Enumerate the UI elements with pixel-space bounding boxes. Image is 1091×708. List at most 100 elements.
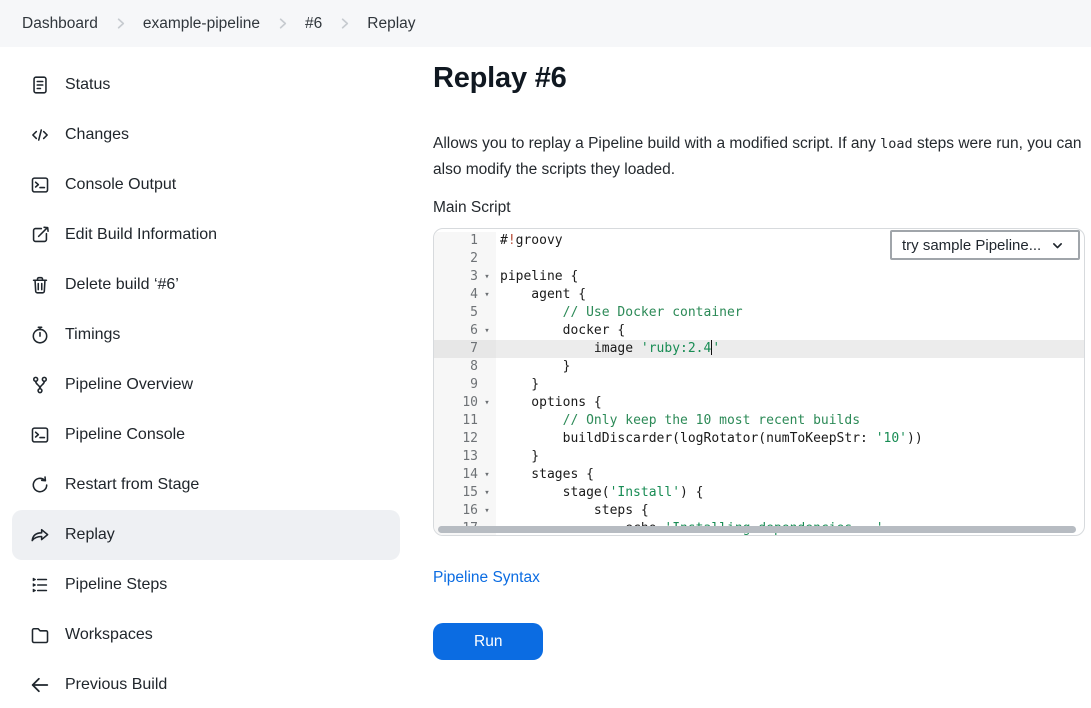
pipeline-syntax-link[interactable]: Pipeline Syntax: [433, 569, 540, 587]
edit-icon: [29, 224, 51, 246]
steps-list-icon: [29, 574, 51, 596]
sidebar-item-restart-from-stage[interactable]: Restart from Stage: [12, 460, 400, 510]
line-number: 16: [434, 502, 478, 520]
run-button[interactable]: Run: [433, 623, 543, 660]
sidebar-item-replay[interactable]: Replay: [12, 510, 400, 560]
code-area[interactable]: 1#!groovy23▾pipeline {4▾ agent {5 // Use…: [434, 229, 1084, 536]
sidebar-item-previous-build[interactable]: Previous Build: [12, 660, 400, 708]
code-editor[interactable]: try sample Pipeline... 1#!groovy23▾pipel…: [433, 228, 1085, 536]
fold-arrow-icon: [478, 340, 496, 358]
gutter-cell: 3▾: [434, 268, 496, 286]
chevron-right-icon: [337, 16, 352, 31]
fold-arrow-icon: [478, 376, 496, 394]
line-number: 13: [434, 448, 478, 466]
code-line: 12 buildDiscarder(logRotator(numToKeepSt…: [434, 430, 1084, 448]
sidebar-item-delete-build[interactable]: Delete build ‘#6’: [12, 260, 400, 310]
fold-arrow-icon[interactable]: ▾: [478, 502, 496, 520]
fold-arrow-icon: [478, 232, 496, 250]
sidebar-item-label: Replay: [65, 526, 115, 544]
gutter-cell: 15▾: [434, 484, 496, 502]
sidebar-item-edit-build-information[interactable]: Edit Build Information: [12, 210, 400, 260]
code-text: steps {: [496, 502, 1084, 520]
gutter-cell: 9: [434, 376, 496, 394]
fold-arrow-icon[interactable]: ▾: [478, 466, 496, 484]
breadcrumb-item-dashboard[interactable]: Dashboard: [16, 11, 104, 37]
stopwatch-icon: [29, 324, 51, 346]
code-line: 13 }: [434, 448, 1084, 466]
sidebar-item-label: Status: [65, 76, 110, 94]
fold-arrow-icon[interactable]: ▾: [478, 394, 496, 412]
chevron-right-icon: [113, 16, 128, 31]
sidebar-item-console-output[interactable]: Console Output: [12, 160, 400, 210]
sidebar-item-status[interactable]: Status: [12, 60, 400, 110]
gutter-cell: 6▾: [434, 322, 496, 340]
gutter-cell: 13: [434, 448, 496, 466]
sidebar-item-pipeline-overview[interactable]: Pipeline Overview: [12, 360, 400, 410]
code-line: 7 image 'ruby:2.4': [434, 340, 1084, 358]
code-text: image 'ruby:2.4': [496, 340, 1084, 358]
trash-icon: [29, 274, 51, 296]
gutter-cell: 5: [434, 304, 496, 322]
line-number: 8: [434, 358, 478, 376]
fold-arrow-icon: [478, 250, 496, 268]
line-number: 7: [434, 340, 478, 358]
sidebar-item-label: Changes: [65, 126, 129, 144]
sample-pipeline-select[interactable]: try sample Pipeline...: [890, 230, 1080, 260]
description: Allows you to replay a Pipeline build wi…: [433, 131, 1088, 182]
sidebar: Status Changes Console Output Edit Build…: [0, 47, 412, 708]
sidebar-item-label: Pipeline Steps: [65, 576, 167, 594]
code-text: agent {: [496, 286, 1084, 304]
git-branch-icon: [29, 374, 51, 396]
sidebar-item-pipeline-console[interactable]: Pipeline Console: [12, 410, 400, 460]
code-line: 6▾ docker {: [434, 322, 1084, 340]
sidebar-item-pipeline-steps[interactable]: Pipeline Steps: [12, 560, 400, 610]
fold-arrow-icon: [478, 304, 496, 322]
sidebar-item-label: Pipeline Overview: [65, 376, 193, 394]
breadcrumb-item-build[interactable]: #6: [299, 11, 328, 37]
breadcrumb-item-pipeline[interactable]: example-pipeline: [137, 11, 266, 37]
fold-arrow-icon[interactable]: ▾: [478, 286, 496, 304]
code-text: }: [496, 358, 1084, 376]
breadcrumb-item-replay[interactable]: Replay: [361, 11, 421, 37]
line-number: 12: [434, 430, 478, 448]
chevron-down-icon: [1051, 239, 1064, 252]
line-number: 3: [434, 268, 478, 286]
fold-arrow-icon[interactable]: ▾: [478, 322, 496, 340]
breadcrumb: Dashboard example-pipeline #6 Replay: [16, 11, 422, 37]
chevron-right-icon: [275, 16, 290, 31]
fold-arrow-icon[interactable]: ▾: [478, 268, 496, 286]
sidebar-item-label: Delete build ‘#6’: [65, 276, 179, 294]
sidebar-item-changes[interactable]: Changes: [12, 110, 400, 160]
terminal-icon: [29, 424, 51, 446]
line-number: 4: [434, 286, 478, 304]
code-text: buildDiscarder(logRotator(numToKeepStr: …: [496, 430, 1084, 448]
fold-arrow-icon: [478, 430, 496, 448]
code-text: // Use Docker container: [496, 304, 1084, 322]
arrow-left-icon: [29, 674, 51, 696]
horizontal-scrollbar[interactable]: [438, 526, 1076, 533]
code-text: stages {: [496, 466, 1084, 484]
line-number: 2: [434, 250, 478, 268]
sample-pipeline-select-value: try sample Pipeline...: [902, 237, 1041, 254]
gutter-cell: 2: [434, 250, 496, 268]
gutter-cell: 16▾: [434, 502, 496, 520]
code-line: 15▾ stage('Install') {: [434, 484, 1084, 502]
line-number: 14: [434, 466, 478, 484]
line-number: 10: [434, 394, 478, 412]
code-text: pipeline {: [496, 268, 1084, 286]
sidebar-item-workspaces[interactable]: Workspaces: [12, 610, 400, 660]
code-line: 3▾pipeline {: [434, 268, 1084, 286]
page-title: Replay #6: [433, 62, 1091, 95]
code-line: 10▾ options {: [434, 394, 1084, 412]
gutter-cell: 4▾: [434, 286, 496, 304]
sidebar-item-label: Console Output: [65, 176, 176, 194]
fold-arrow-icon: [478, 358, 496, 376]
fold-arrow-icon[interactable]: ▾: [478, 484, 496, 502]
code-text: stage('Install') {: [496, 484, 1084, 502]
code-line: 8 }: [434, 358, 1084, 376]
sidebar-item-timings[interactable]: Timings: [12, 310, 400, 360]
gutter-cell: 10▾: [434, 394, 496, 412]
fold-arrow-icon: [478, 412, 496, 430]
line-number: 5: [434, 304, 478, 322]
line-number: 15: [434, 484, 478, 502]
